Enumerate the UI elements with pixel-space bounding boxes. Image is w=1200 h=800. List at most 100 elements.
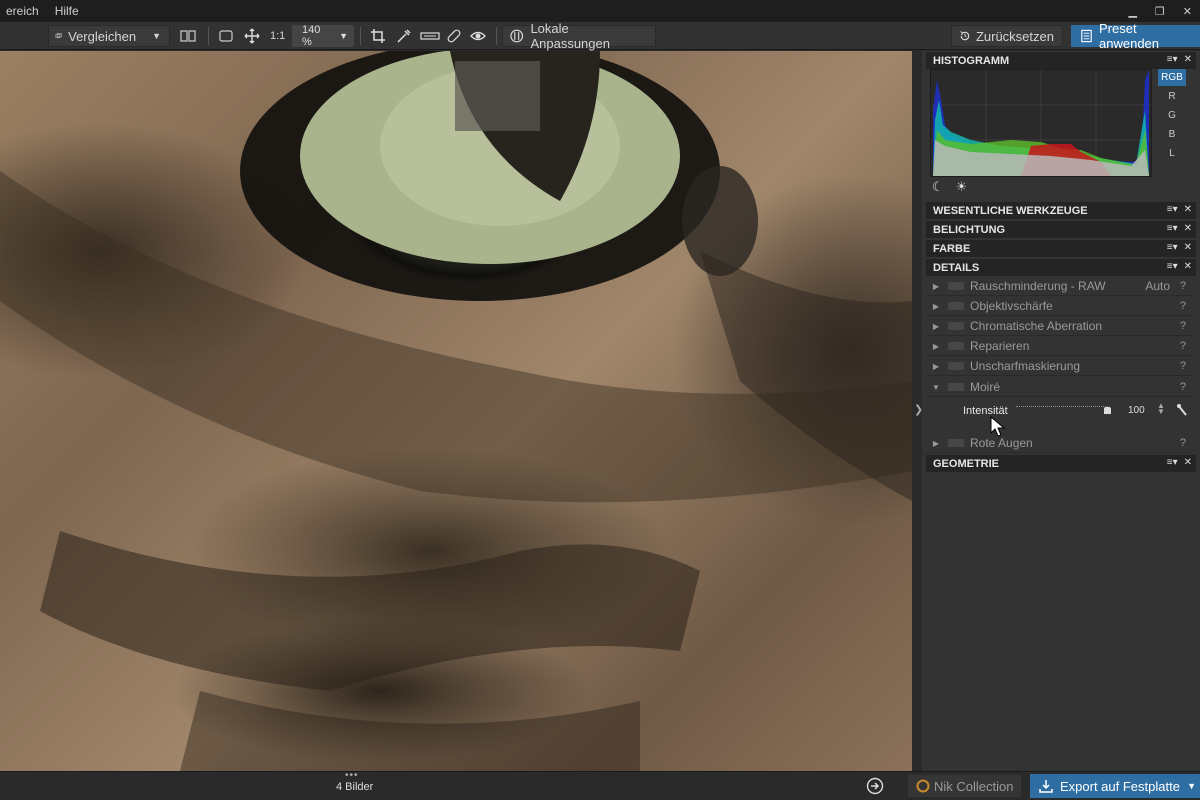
intensity-slider-thumb[interactable] bbox=[1104, 407, 1111, 414]
export-to-disk-button[interactable]: Export auf Festplatte ▼ bbox=[1030, 774, 1200, 798]
close-icon[interactable]: ✕ bbox=[1184, 204, 1192, 215]
close-icon[interactable]: ✕ bbox=[1184, 223, 1192, 234]
section-geometry[interactable]: GEOMETRIE ≡▾ ✕ bbox=[926, 455, 1196, 472]
tool-label: Reparieren bbox=[970, 339, 1030, 353]
auto-badge[interactable]: Auto bbox=[1145, 279, 1170, 293]
horizon-button[interactable] bbox=[420, 25, 440, 47]
tool-red-eye[interactable]: ▶ Rote Augen ? bbox=[926, 434, 1192, 453]
nik-collection-button[interactable]: Nik Collection bbox=[908, 775, 1022, 797]
one-to-one-button[interactable]: 1:1 bbox=[270, 25, 285, 47]
apply-preset-button[interactable]: Preset anwenden bbox=[1071, 21, 1200, 51]
help-icon[interactable]: ? bbox=[1180, 320, 1186, 332]
tool-repair[interactable]: ▶ Reparieren ? bbox=[926, 337, 1192, 356]
tool-moire[interactable]: ▼ Moiré ? bbox=[926, 378, 1192, 397]
section-exposure[interactable]: BELICHTUNG ≡▾ ✕ bbox=[926, 221, 1196, 238]
tool-toggle[interactable] bbox=[948, 322, 964, 330]
expand-icon[interactable]: ▶ bbox=[928, 362, 944, 371]
panel-menu-icon[interactable]: ≡▾ bbox=[1167, 261, 1178, 272]
menu-item-hilfe[interactable]: Hilfe bbox=[49, 4, 89, 18]
fit-screen-button[interactable] bbox=[218, 25, 234, 47]
toolbar-divider bbox=[360, 27, 361, 45]
close-icon[interactable]: ✕ bbox=[1184, 54, 1192, 65]
intensity-value[interactable]: 100 bbox=[1128, 405, 1145, 416]
tool-toggle[interactable] bbox=[948, 302, 964, 310]
section-details[interactable]: DETAILS ≡▾ ✕ bbox=[926, 259, 1196, 276]
moon-icon[interactable]: ☾ bbox=[932, 179, 944, 195]
image-viewport[interactable] bbox=[0, 51, 912, 771]
crop-button[interactable] bbox=[370, 25, 386, 47]
chevron-down-icon: ▼ bbox=[339, 31, 348, 41]
panel-menu-icon[interactable]: ≡▾ bbox=[1167, 204, 1178, 215]
local-adjustments-button[interactable]: Lokale Anpassungen bbox=[502, 21, 656, 51]
tool-label: Moiré bbox=[970, 380, 1001, 394]
tool-noise-reduction[interactable]: ▶ Rauschminderung - RAW Auto ? bbox=[926, 277, 1192, 296]
mouse-cursor-icon bbox=[990, 415, 1006, 441]
collapse-icon[interactable]: ▼ bbox=[928, 383, 944, 392]
chevron-down-icon[interactable]: ▼ bbox=[1187, 781, 1196, 791]
repair-button[interactable] bbox=[446, 25, 462, 47]
channel-rgb[interactable]: RGB bbox=[1158, 69, 1186, 86]
zoom-select[interactable]: 140 % ▼ bbox=[292, 24, 354, 48]
tool-label: Unscharfmaskierung bbox=[970, 359, 1081, 373]
sun-icon[interactable]: ☀ bbox=[956, 179, 968, 195]
expand-icon[interactable]: ▶ bbox=[928, 439, 944, 448]
bandage-icon bbox=[447, 29, 461, 43]
chevron-down-icon[interactable]: ▼ bbox=[152, 31, 161, 41]
fit-screen-icon bbox=[219, 30, 233, 42]
panel-menu-icon[interactable]: ≡▾ bbox=[1167, 457, 1178, 468]
reset-slider-icon[interactable] bbox=[1176, 403, 1188, 420]
intensity-spinner[interactable]: ▲ ▼ bbox=[1157, 402, 1165, 416]
close-icon[interactable]: ✕ bbox=[1184, 457, 1192, 468]
cat-eye-photo bbox=[0, 51, 912, 771]
help-icon[interactable]: ? bbox=[1180, 300, 1186, 312]
tool-toggle[interactable] bbox=[948, 342, 964, 350]
help-icon[interactable]: ? bbox=[1180, 340, 1186, 352]
preview-button[interactable] bbox=[470, 25, 486, 47]
help-icon[interactable]: ? bbox=[1180, 360, 1186, 372]
reset-button[interactable]: Zurücksetzen bbox=[951, 25, 1063, 47]
filmstrip-handle[interactable]: ••• bbox=[345, 770, 359, 781]
tool-toggle[interactable] bbox=[948, 362, 964, 370]
pan-tool-button[interactable] bbox=[244, 25, 260, 47]
expand-icon[interactable]: ▶ bbox=[928, 302, 944, 311]
channel-l[interactable]: L bbox=[1158, 145, 1186, 162]
expand-icon[interactable]: ▶ bbox=[928, 322, 944, 331]
eyedropper-button[interactable] bbox=[396, 25, 412, 47]
tool-chromatic-aberration[interactable]: ▶ Chromatische Aberration ? bbox=[926, 317, 1192, 336]
expand-icon[interactable]: ▶ bbox=[928, 282, 944, 291]
section-color[interactable]: FARBE ≡▾ ✕ bbox=[926, 240, 1196, 257]
histogram-header[interactable]: HISTOGRAMM ≡▾ ✕ bbox=[926, 52, 1196, 69]
close-icon[interactable]: ✕ bbox=[1184, 242, 1192, 253]
tool-unsharp-mask[interactable]: ▶ Unscharfmaskierung ? bbox=[926, 357, 1192, 376]
menu-item-bereich[interactable]: ereich bbox=[0, 4, 49, 18]
tool-lens-sharpness[interactable]: ▶ Objektivschärfe ? bbox=[926, 297, 1192, 316]
section-essential-tools[interactable]: WESENTLICHE WERKZEUGE ≡▾ ✕ bbox=[926, 202, 1196, 219]
close-icon[interactable]: ✕ bbox=[1184, 261, 1192, 272]
channel-r[interactable]: R bbox=[1158, 88, 1186, 105]
channel-g[interactable]: G bbox=[1158, 107, 1186, 124]
split-view-button[interactable] bbox=[180, 25, 196, 47]
eye-icon bbox=[470, 31, 486, 41]
preset-icon bbox=[1081, 29, 1092, 43]
panel-splitter[interactable]: ❯ bbox=[912, 51, 923, 771]
forward-button[interactable] bbox=[866, 777, 884, 798]
intensity-slider-track[interactable] bbox=[1016, 406, 1108, 407]
help-icon[interactable]: ? bbox=[1180, 280, 1186, 292]
channel-b[interactable]: B bbox=[1158, 126, 1186, 143]
compare-label: Vergleichen bbox=[68, 28, 137, 44]
panel-menu-icon[interactable]: ≡▾ bbox=[1167, 242, 1178, 253]
tool-toggle[interactable] bbox=[948, 439, 964, 447]
minimize-icon[interactable]: ▁ bbox=[1128, 5, 1136, 18]
compare-button[interactable]: Vergleichen ▼ bbox=[48, 25, 170, 47]
tool-toggle[interactable] bbox=[948, 383, 964, 391]
panel-menu-icon[interactable]: ≡▾ bbox=[1167, 223, 1178, 234]
status-bar: ••• 4 Bilder Nik Collection Export auf F… bbox=[0, 770, 1200, 800]
help-icon[interactable]: ? bbox=[1180, 381, 1186, 393]
restore-icon[interactable]: ❐ bbox=[1155, 5, 1165, 18]
panel-menu-icon[interactable]: ≡▾ bbox=[1167, 54, 1178, 65]
help-icon[interactable]: ? bbox=[1180, 437, 1186, 449]
apply-preset-label: Preset anwenden bbox=[1099, 21, 1160, 51]
tool-toggle[interactable] bbox=[948, 282, 964, 290]
close-icon[interactable]: ✕ bbox=[1183, 5, 1192, 18]
expand-icon[interactable]: ▶ bbox=[928, 342, 944, 351]
